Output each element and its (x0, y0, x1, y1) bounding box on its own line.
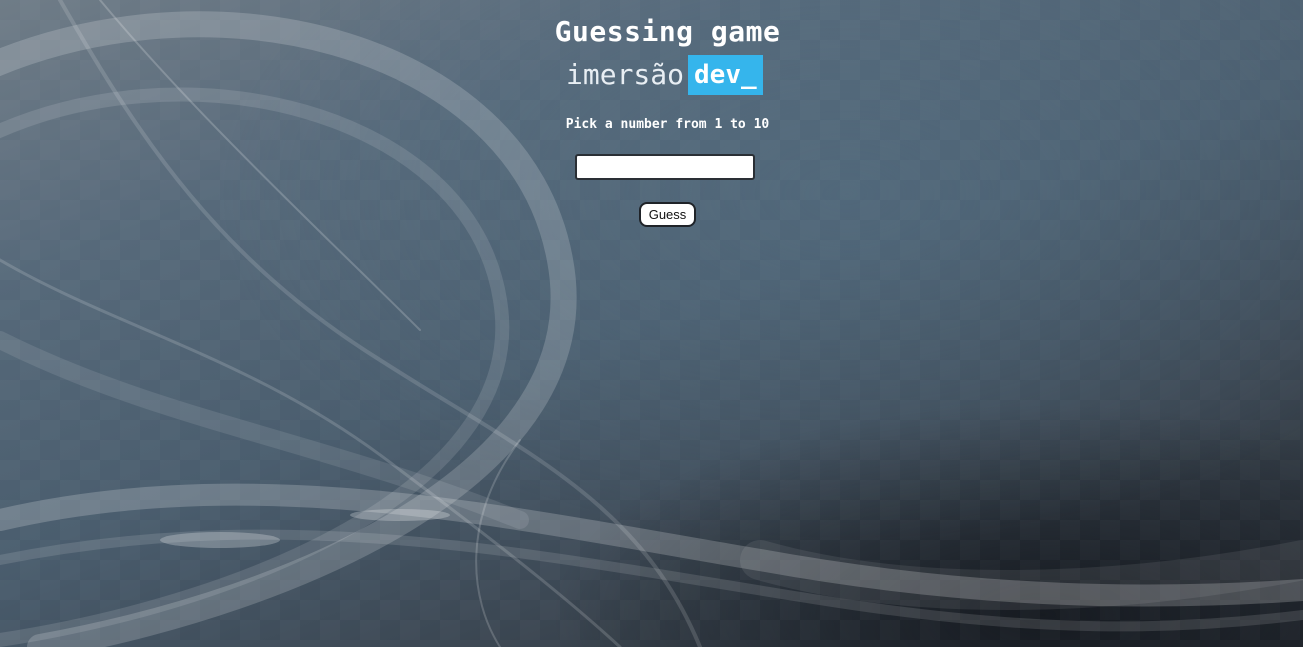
page-title: Guessing game (554, 15, 781, 48)
background-pattern (0, 0, 1303, 647)
instruction-text: Pick a number from 1 to 10 (565, 117, 770, 132)
brand-main-text: imersão (566, 58, 685, 91)
guess-button[interactable]: Guess (639, 202, 696, 227)
guess-input[interactable] (575, 154, 755, 180)
background-swirl-art (0, 0, 1303, 647)
brand-accent-text: dev_ (688, 55, 763, 95)
brand-logo: imersão dev_ (566, 55, 763, 95)
